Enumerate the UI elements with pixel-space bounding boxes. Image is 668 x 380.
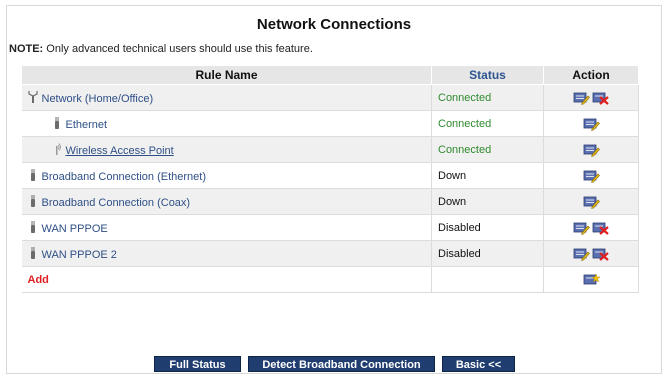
action-cell: [543, 240, 639, 267]
rule-name[interactable]: Broadband Connection (Coax): [42, 197, 191, 209]
edit-icon[interactable]: [573, 221, 590, 235]
plug-icon: [28, 246, 38, 260]
header-rule-name: Rule Name: [21, 65, 432, 85]
plug-icon: [28, 168, 38, 182]
action-cell: [543, 188, 639, 215]
rule-name-cell[interactable]: Wireless Access Point: [21, 136, 432, 163]
add-action-cell: [543, 266, 639, 293]
rule-name[interactable]: Ethernet: [66, 119, 108, 131]
frame-border-bottom: [6, 373, 662, 374]
edit-icon[interactable]: [583, 169, 600, 183]
delete-icon[interactable]: [592, 91, 609, 105]
action-cell: [543, 214, 639, 241]
rule-name[interactable]: Broadband Connection (Ethernet): [42, 171, 207, 183]
status-cell: Connected: [431, 84, 544, 111]
action-cell: [543, 84, 639, 111]
rule-name-cell[interactable]: Broadband Connection (Ethernet): [21, 162, 432, 189]
status-cell: Down: [431, 162, 544, 189]
rules-table: Rule Name Status Action Network (Home/Of…: [21, 65, 639, 293]
add-row: Add: [21, 266, 639, 293]
table-row: Network (Home/Office) Connected: [21, 84, 639, 111]
frame-border-left: [6, 5, 7, 373]
table-row: Ethernet Connected: [21, 110, 639, 137]
header-status[interactable]: Status: [431, 65, 544, 85]
detect-broadband-button[interactable]: Detect Broadband Connection: [248, 356, 435, 372]
delete-icon[interactable]: [592, 247, 609, 261]
edit-icon[interactable]: [573, 91, 590, 105]
basic-button[interactable]: Basic <<: [442, 356, 515, 372]
table-row: WAN PPPOE Disabled: [21, 214, 639, 241]
frame-border-top: [6, 5, 662, 6]
table-row: Broadband Connection (Ethernet) Down: [21, 162, 639, 189]
rule-name-cell[interactable]: WAN PPPOE: [21, 214, 432, 241]
page-title: Network Connections: [256, 16, 412, 33]
rule-name[interactable]: Network (Home/Office): [42, 93, 154, 105]
rule-name-cell[interactable]: Network (Home/Office): [21, 84, 432, 111]
edit-icon[interactable]: [583, 195, 600, 209]
rule-name[interactable]: WAN PPPOE 2: [42, 249, 117, 261]
plug-icon: [52, 116, 62, 130]
edit-icon[interactable]: [583, 143, 600, 157]
add-status-cell: [431, 266, 544, 293]
plug-icon: [28, 220, 38, 234]
add-icon[interactable]: [583, 273, 600, 287]
hub-icon: [28, 90, 38, 104]
plug-icon: [28, 194, 38, 208]
antenna-icon: [52, 142, 62, 156]
status-cell: Disabled: [431, 240, 544, 267]
full-status-button[interactable]: Full Status: [154, 356, 241, 372]
status-cell: Connected: [431, 136, 544, 163]
table-row: Wireless Access Point Connected: [21, 136, 639, 163]
edit-icon[interactable]: [573, 247, 590, 261]
action-cell: [543, 136, 639, 163]
button-bar: Full Status Detect Broadband Connection …: [0, 356, 668, 372]
add-link[interactable]: Add: [28, 274, 49, 286]
delete-icon[interactable]: [592, 221, 609, 235]
action-cell: [543, 162, 639, 189]
table-header-row: Rule Name Status Action: [21, 65, 639, 85]
edit-icon[interactable]: [583, 117, 600, 131]
status-cell: Down: [431, 188, 544, 215]
rule-name[interactable]: WAN PPPOE: [42, 223, 108, 235]
note-body: Only advanced technical users should use…: [43, 43, 313, 55]
action-cell: [543, 110, 639, 137]
rule-name-link[interactable]: Wireless Access Point: [66, 145, 174, 157]
rule-name-cell[interactable]: Broadband Connection (Coax): [21, 188, 432, 215]
status-cell: Disabled: [431, 214, 544, 241]
table-row: WAN PPPOE 2 Disabled: [21, 240, 639, 267]
add-cell[interactable]: Add: [21, 266, 432, 293]
header-action: Action: [543, 65, 639, 85]
status-cell: Connected: [431, 110, 544, 137]
rule-name-cell[interactable]: Ethernet: [21, 110, 432, 137]
frame-border-right: [661, 5, 662, 373]
note-label: NOTE:: [9, 43, 44, 55]
table-row: Broadband Connection (Coax) Down: [21, 188, 639, 215]
note-text: NOTE: Only advanced technical users shou…: [9, 43, 313, 55]
rule-name-cell[interactable]: WAN PPPOE 2: [21, 240, 432, 267]
